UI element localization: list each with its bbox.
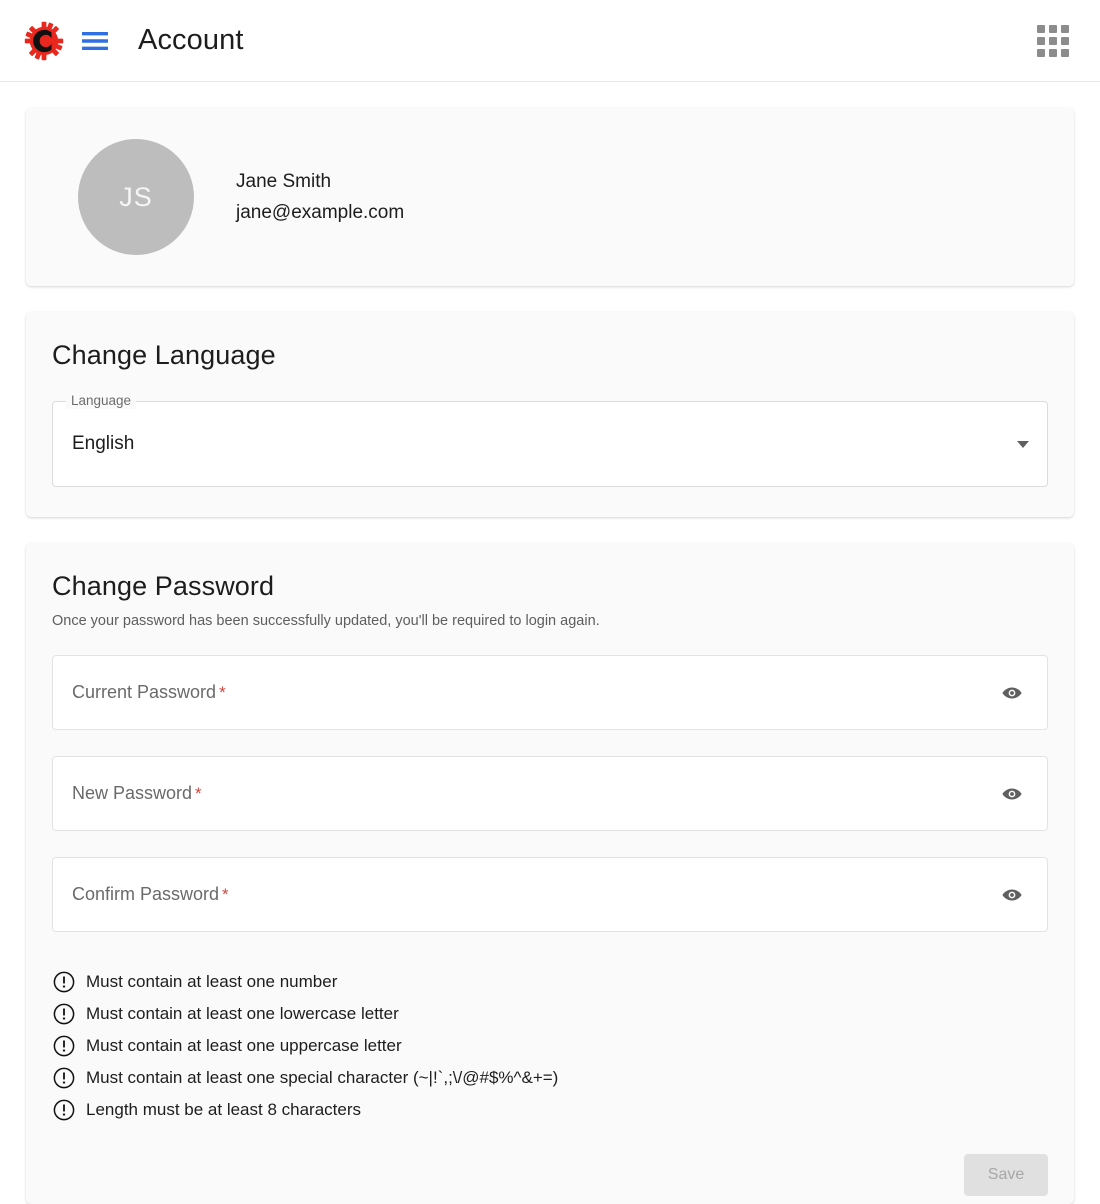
profile-info: Jane Smith jane@example.com [236, 171, 404, 224]
new-password-field[interactable]: New Password * [52, 756, 1048, 831]
confirm-password-label-text: Confirm Password [72, 884, 220, 904]
profile-email: jane@example.com [236, 201, 405, 223]
apps-grid-icon-cell [1037, 36, 1045, 45]
change-language-card: Change Language English Language [26, 312, 1074, 517]
change-password-subtitle: Once your password has been successfully… [52, 613, 600, 629]
password-requirement-text: Length must be at least 8 characters [86, 1100, 361, 1119]
profile-name: Jane Smith [236, 170, 332, 192]
password-requirement-item: Must contain at least one uppercase lett… [52, 1034, 1048, 1058]
required-asterisk: * [195, 784, 202, 803]
apps-grid-button[interactable] [1036, 24, 1070, 58]
current-password-field[interactable]: Current Password * [52, 655, 1048, 730]
change-password-section: Change Password Once your password has b… [26, 543, 1074, 1204]
hamburger-menu-icon [82, 31, 108, 50]
apps-grid-icon-cell [1049, 24, 1057, 33]
eye-icon [1002, 889, 1022, 900]
apps-grid-icon-cell [1061, 48, 1069, 57]
password-requirement-text: Must contain at least one lowercase lett… [86, 1004, 399, 1023]
language-select-wrap: English Language [52, 393, 1048, 487]
apps-grid-icon-cell [1049, 36, 1057, 45]
required-asterisk: * [219, 683, 226, 702]
password-requirement-item: Must contain at least one number [52, 970, 1048, 994]
exclamation-circle-icon [53, 1067, 75, 1089]
password-requirement-text: Must contain at least one special charac… [86, 1068, 559, 1087]
change-language-section: Change Language English Language [26, 312, 1074, 517]
change-password-card: Change Password Once your password has b… [26, 543, 1074, 1204]
eye-icon [1002, 788, 1022, 799]
avatar-initials: JS [119, 181, 153, 212]
app-logo[interactable] [22, 19, 66, 63]
confirm-password-field[interactable]: Confirm Password * [52, 857, 1048, 932]
new-password-visibility-toggle[interactable] [991, 773, 1033, 815]
password-requirement-text: Must contain at least one number [86, 972, 338, 991]
apps-grid-icon-cell [1037, 24, 1045, 33]
exclamation-circle-icon [53, 1099, 75, 1121]
language-select-legend: Language [66, 393, 137, 409]
page-content: JS Jane Smith jane@example.com Change La… [0, 82, 1100, 1204]
apps-grid-icon-cell [1061, 36, 1069, 45]
required-asterisk: * [222, 885, 229, 904]
change-password-title: Change Password [52, 571, 275, 601]
change-language-title: Change Language [52, 340, 276, 370]
current-password-visibility-toggle[interactable] [991, 672, 1033, 714]
password-requirement-item: Must contain at least one lowercase lett… [52, 1002, 1048, 1026]
hamburger-menu-button[interactable] [78, 24, 112, 58]
apps-grid-icon-cell [1037, 48, 1045, 57]
confirm-password-visibility-toggle[interactable] [991, 874, 1033, 916]
password-requirements-list: Must contain at least one number Must co… [52, 970, 1048, 1122]
profile-card: JS Jane Smith jane@example.com [26, 108, 1074, 286]
eye-icon [1002, 687, 1022, 698]
exclamation-circle-icon [53, 1003, 75, 1025]
chevron-down-icon [1017, 440, 1029, 448]
app-header: Account [0, 0, 1100, 82]
current-password-label: Current Password * [72, 682, 991, 703]
page-title: Account [138, 24, 244, 56]
exclamation-circle-icon [53, 971, 75, 993]
language-select-value: English [72, 433, 135, 454]
new-password-label: New Password * [72, 783, 991, 804]
password-requirement-item: Must contain at least one special charac… [52, 1066, 1048, 1090]
gear-c-logo-icon [24, 21, 64, 60]
exclamation-circle-icon [53, 1035, 75, 1057]
current-password-label-text: Current Password [72, 682, 217, 702]
new-password-label-text: New Password [72, 783, 193, 803]
apps-grid-icon-cell [1049, 48, 1057, 57]
avatar: JS [78, 139, 194, 255]
password-requirement-text: Must contain at least one uppercase lett… [86, 1036, 402, 1055]
password-requirement-item: Length must be at least 8 characters [52, 1098, 1048, 1122]
language-select[interactable]: English [52, 401, 1048, 487]
confirm-password-label: Confirm Password * [72, 884, 991, 905]
apps-grid-icon-cell [1061, 24, 1069, 33]
